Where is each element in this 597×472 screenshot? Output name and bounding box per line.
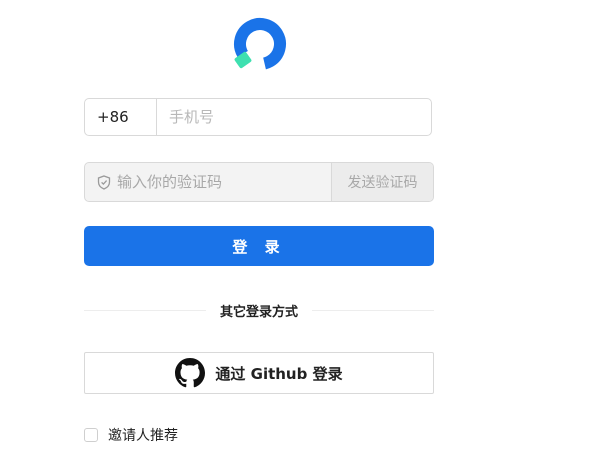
github-login-button[interactable]: 通过 Github 登录: [84, 352, 434, 394]
other-login-divider: 其它登录方式: [84, 300, 435, 320]
invite-checkbox[interactable]: [84, 428, 98, 442]
invite-row: 邀请人推荐: [84, 425, 178, 445]
github-login-label: 通过 Github 登录: [215, 364, 343, 383]
brand-logo-icon: [234, 18, 286, 70]
shield-icon: [97, 174, 111, 190]
divider-label: 其它登录方式: [220, 304, 299, 320]
github-icon: [175, 358, 206, 388]
phone-input[interactable]: [157, 99, 431, 135]
verification-input-group: 发送验证码: [84, 162, 434, 202]
login-button[interactable]: 登 录: [84, 226, 434, 266]
login-page: +86 发送验证码 登 录 其它登录方式 通过 Github 登录 邀请人推荐: [0, 0, 597, 472]
send-code-button[interactable]: 发送验证码: [331, 163, 433, 201]
phone-input-group: +86: [84, 98, 432, 136]
divider-line-left: [84, 309, 206, 311]
verification-code-input[interactable]: [111, 172, 331, 192]
country-code-select[interactable]: +86: [85, 99, 157, 135]
divider-line-right: [312, 309, 435, 311]
invite-label[interactable]: 邀请人推荐: [108, 425, 178, 445]
verification-field: [85, 163, 331, 201]
